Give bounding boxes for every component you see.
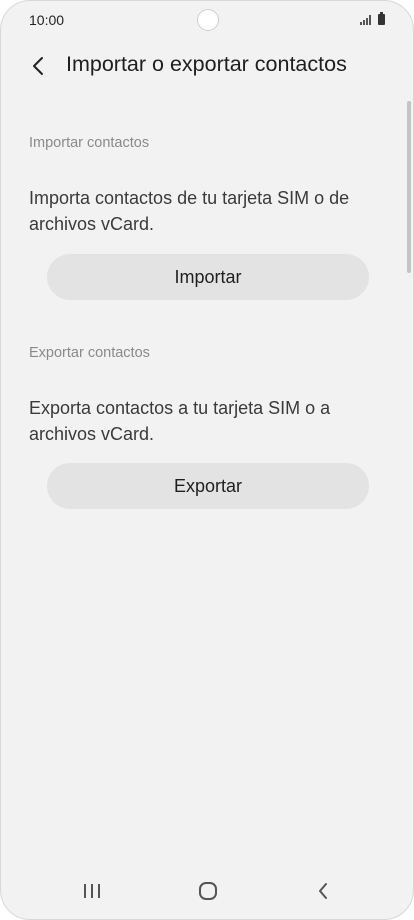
import-description: Importa contactos de tu tarjeta SIM o de… — [29, 188, 350, 234]
export-button[interactable]: Exportar — [47, 463, 369, 509]
navigation-bar — [1, 863, 413, 919]
home-button[interactable] — [186, 873, 230, 909]
import-button[interactable]: Importar — [47, 254, 369, 300]
app-header: Importar o exportar contactos — [1, 41, 413, 87]
export-section-heading: Exportar contactos — [29, 345, 150, 361]
signal-icon — [360, 15, 371, 25]
phone-screen: 10:00 Importar o exportar contactos Impo… — [0, 0, 414, 920]
scrollbar[interactable] — [407, 101, 411, 273]
import-section-heading: Importar contactos — [29, 135, 150, 151]
recent-apps-button[interactable] — [70, 873, 114, 909]
recent-apps-icon — [84, 884, 100, 898]
back-arrow-icon — [33, 57, 43, 75]
page-title: Importar o exportar contactos — [66, 52, 347, 76]
back-icon — [319, 883, 327, 899]
export-description: Exporta contactos a tu tarjeta SIM o a a… — [29, 398, 331, 444]
status-bar: 10:00 — [1, 1, 413, 39]
nav-back-button[interactable] — [301, 873, 345, 909]
status-icons — [360, 12, 385, 25]
home-icon — [199, 882, 217, 900]
back-button[interactable] — [23, 51, 53, 81]
front-camera — [197, 9, 219, 31]
battery-icon — [378, 12, 385, 25]
status-time: 10:00 — [29, 12, 65, 28]
